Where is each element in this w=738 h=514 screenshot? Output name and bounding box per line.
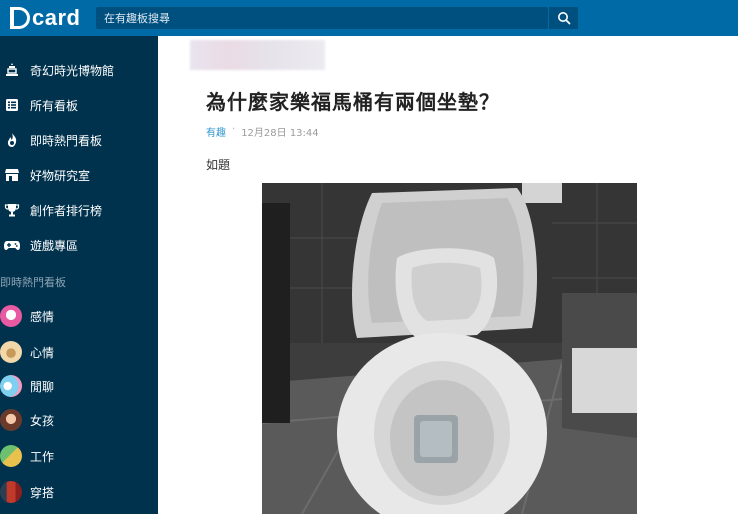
blurred-author-image bbox=[190, 40, 325, 70]
logo-d-mark bbox=[10, 7, 30, 29]
board-avatar bbox=[0, 341, 22, 363]
board-item-fashion[interactable]: 穿搭 bbox=[0, 476, 158, 508]
board-label: 女孩 bbox=[30, 413, 55, 428]
sidebar-item-label: 即時熱門看板 bbox=[30, 133, 103, 148]
search-bar bbox=[96, 7, 548, 30]
sidebar-item-label: 好物研究室 bbox=[30, 168, 91, 183]
fire-icon bbox=[1, 129, 23, 151]
search-icon bbox=[557, 12, 570, 25]
sidebar-item-label: 遊戲專區 bbox=[30, 238, 79, 253]
sidebar-item-label: 奇幻時光博物館 bbox=[30, 63, 115, 78]
top-navigation-bar: card bbox=[0, 0, 738, 36]
post-meta: 有趣 · 12月28日 13:44 bbox=[206, 124, 319, 139]
post-body: 如題 bbox=[206, 158, 231, 172]
board-item-chat[interactable]: 閒聊 bbox=[0, 370, 158, 402]
gamepad-icon bbox=[1, 234, 23, 256]
board-label: 心情 bbox=[30, 345, 55, 360]
board-avatar bbox=[0, 305, 22, 327]
sidebar: 奇幻時光博物館 所有看板 即時熱門看板 好物研究室 創作者排行榜 遊戲專區 即時… bbox=[0, 36, 158, 514]
sidebar-item-games[interactable]: 遊戲專區 bbox=[0, 228, 158, 262]
board-avatar bbox=[0, 445, 22, 467]
hot-boards-section-title: 即時熱門看板 bbox=[0, 276, 66, 289]
toilet-photo bbox=[262, 183, 637, 514]
board-label: 工作 bbox=[30, 449, 55, 464]
list-icon bbox=[1, 94, 23, 116]
sidebar-item-creator-ranking[interactable]: 創作者排行榜 bbox=[0, 193, 158, 227]
board-label: 感情 bbox=[30, 309, 55, 324]
store-icon bbox=[1, 164, 23, 186]
search-input[interactable] bbox=[96, 7, 548, 30]
post-title: 為什麼家樂福馬桶有兩個坐墊？ bbox=[206, 90, 500, 114]
sidebar-item-museum[interactable]: 奇幻時光博物館 bbox=[0, 53, 158, 87]
board-item-girls[interactable]: 女孩 bbox=[0, 404, 158, 436]
board-item-work[interactable]: 工作 bbox=[0, 440, 158, 472]
search-button[interactable] bbox=[548, 7, 578, 29]
forum-link[interactable]: 有趣 bbox=[206, 124, 226, 139]
museum-icon bbox=[1, 59, 23, 81]
meta-separator: · bbox=[232, 124, 236, 135]
board-label: 閒聊 bbox=[30, 379, 55, 394]
logo-text: card bbox=[32, 5, 81, 30]
board-avatar bbox=[0, 481, 22, 503]
board-avatar bbox=[0, 409, 22, 431]
sidebar-item-all-boards[interactable]: 所有看板 bbox=[0, 88, 158, 122]
board-item-relationship[interactable]: 感情 bbox=[0, 300, 158, 332]
sidebar-item-label: 創作者排行榜 bbox=[30, 203, 103, 218]
sidebar-item-hot-boards[interactable]: 即時熱門看板 bbox=[0, 123, 158, 157]
sidebar-item-good-stuff-lab[interactable]: 好物研究室 bbox=[0, 158, 158, 192]
sidebar-item-label: 所有看板 bbox=[30, 98, 79, 113]
board-item-mood[interactable]: 心情 bbox=[0, 336, 158, 368]
post-content: 為什麼家樂福馬桶有兩個坐墊？ 有趣 · 12月28日 13:44 如題 bbox=[158, 36, 738, 514]
board-avatar bbox=[0, 375, 22, 397]
dcard-logo[interactable]: card bbox=[10, 5, 81, 30]
board-label: 穿搭 bbox=[30, 485, 55, 500]
post-image-toilet[interactable] bbox=[262, 183, 637, 514]
post-date: 12月28日 13:44 bbox=[241, 128, 319, 139]
trophy-icon bbox=[1, 199, 23, 221]
